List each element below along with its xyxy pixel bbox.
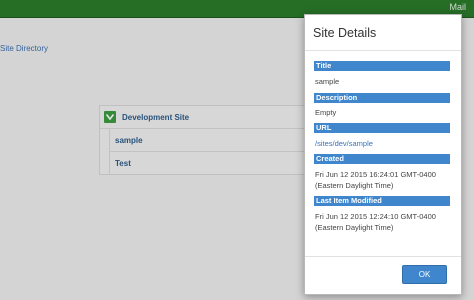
field-value-description: Empty: [315, 108, 337, 117]
field-label-url: URL: [314, 123, 450, 133]
dialog-title: Site Details: [313, 26, 377, 40]
site-details-dialog: Site Details Title sample Description Em…: [304, 14, 462, 295]
field-label-title: Title: [314, 61, 450, 71]
field-value-title: sample: [315, 77, 340, 86]
ok-button[interactable]: OK: [402, 265, 447, 284]
field-value-url-link[interactable]: /sites/dev/sample: [315, 139, 455, 149]
field-value-created-line1: Fri Jun 12 2015 16:24:01 GMT-0400: [315, 170, 436, 179]
field-value-modified-line2: (Eastern Daylight Time): [315, 223, 394, 232]
field-label-created: Created: [314, 154, 450, 164]
header-divider: [305, 50, 461, 51]
footer-divider: [305, 256, 461, 257]
field-value-modified-line1: Fri Jun 12 2015 12:24:10 GMT-0400: [315, 212, 436, 221]
field-label-description: Description: [314, 93, 450, 103]
field-label-last-item-modified: Last Item Modified: [314, 196, 450, 206]
field-value-created-line2: (Eastern Daylight Time): [315, 181, 394, 190]
